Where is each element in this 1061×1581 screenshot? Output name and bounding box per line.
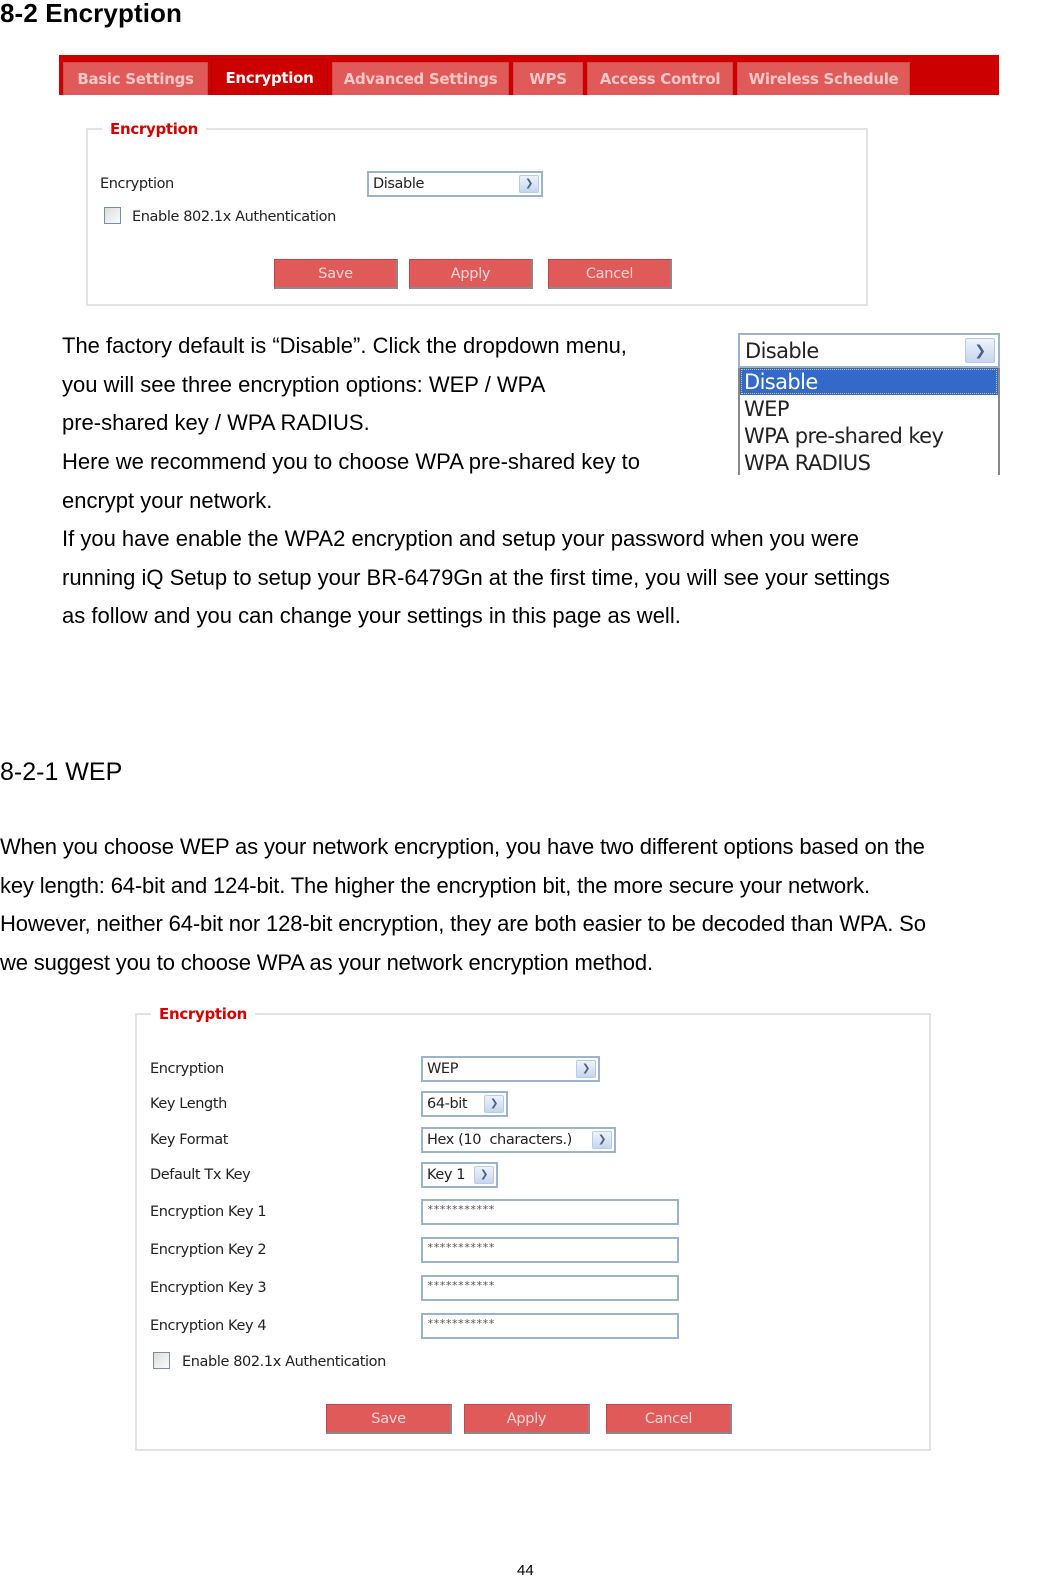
tab-wps[interactable]: WPS [513, 62, 583, 95]
chevron-down-icon[interactable]: ❯ [592, 1131, 612, 1149]
key-length-value: 64-bit [427, 1096, 468, 1112]
paragraph-line: running iQ Setup to setup your BR-6479Gn… [62, 564, 890, 590]
paragraph-line: you will see three encryption options: W… [62, 371, 546, 397]
default-tx-key-value: Key 1 [427, 1167, 466, 1183]
encryption-key-1-input[interactable]: *********** [421, 1199, 679, 1225]
encryption-select[interactable]: Disable ❯ [367, 171, 543, 197]
encryption-key-1-label: Encryption Key 1 [150, 1204, 267, 1220]
auth-checkbox[interactable] [104, 207, 121, 224]
auth-checkbox[interactable] [153, 1352, 170, 1369]
encryption-select[interactable]: WEP ❯ [421, 1056, 600, 1082]
page-number: 44 [517, 1562, 534, 1579]
encryption-key-4-label: Encryption Key 4 [150, 1318, 267, 1334]
panel-legend: Encryption [159, 1005, 248, 1023]
paragraph-line: However, neither 64-bit nor 128-bit encr… [0, 911, 926, 937]
chevron-down-icon[interactable]: ❯ [576, 1060, 596, 1078]
tab-encryption[interactable]: Encryption [211, 59, 328, 95]
paragraph-line: key length: 64-bit and 124-bit. The high… [0, 872, 870, 898]
encryption-dropdown-example: Disable ❯ Disable WEP WPA pre-shared key… [738, 333, 1000, 475]
paragraph-line: If you have enable the WPA2 encryption a… [62, 526, 859, 551]
encryption-key-3-input[interactable]: *********** [421, 1275, 679, 1301]
default-tx-key-label: Default Tx Key [150, 1167, 251, 1183]
key-length-label: Key Length [150, 1096, 227, 1112]
key-format-label: Key Format [150, 1132, 228, 1148]
cancel-button[interactable]: Cancel [548, 259, 672, 289]
dropdown-option-wpa-psk[interactable]: WPA pre-shared key [740, 422, 998, 449]
encryption-select-value: Disable [373, 176, 424, 192]
tab-basic-settings[interactable]: Basic Settings [63, 62, 208, 95]
save-button[interactable]: Save [326, 1404, 452, 1434]
paragraph-line: encrypt your network. [62, 487, 273, 513]
encryption-key-2-input[interactable]: *********** [421, 1237, 679, 1263]
dropdown-selected-value: Disable [745, 338, 819, 363]
auth-checkbox-label: Enable 802.1x Authentication [182, 1354, 386, 1370]
dropdown-option-wpa-radius[interactable]: WPA RADIUS [740, 449, 998, 476]
dropdown-option-disable[interactable]: Disable [740, 368, 998, 395]
dropdown-options-list: Disable WEP WPA pre-shared key WPA RADIU… [738, 368, 1000, 475]
encryption-key-2-label: Encryption Key 2 [150, 1242, 267, 1258]
chevron-down-icon[interactable]: ❯ [519, 175, 539, 193]
key-format-value: Hex (10 characters.) [427, 1132, 572, 1148]
panel-legend: Encryption [110, 120, 199, 138]
encryption-key-4-input[interactable]: *********** [421, 1313, 679, 1339]
tab-bar: Basic Settings Encryption Advanced Setti… [59, 55, 999, 95]
cancel-button[interactable]: Cancel [606, 1404, 732, 1434]
dropdown-option-wep[interactable]: WEP [740, 395, 998, 422]
wpa2-paragraph: If you have enable the WPA2 encryption a… [62, 520, 890, 636]
save-button[interactable]: Save [274, 259, 398, 289]
paragraph-line: pre-shared key / WPA RADIUS. [62, 410, 370, 436]
encryption-key-3-label: Encryption Key 3 [150, 1280, 267, 1296]
key-format-select[interactable]: Hex (10 characters.) ❯ [421, 1127, 616, 1153]
subsection-heading: 8-2-1 WEP [0, 758, 123, 786]
tab-access-control[interactable]: Access Control [587, 62, 733, 95]
intro-paragraph: The factory default is “Disable”. Click … [62, 327, 640, 521]
wep-paragraph: When you choose WEP as your network encr… [0, 828, 926, 983]
paragraph-line: we suggest you to choose WPA as your net… [0, 950, 653, 976]
tab-wireless-schedule[interactable]: Wireless Schedule [737, 62, 910, 95]
apply-button[interactable]: Apply [464, 1404, 590, 1434]
encryption-select-value: WEP [427, 1061, 459, 1077]
chevron-down-icon[interactable]: ❯ [474, 1166, 494, 1184]
section-heading: 8-2 Encryption [0, 0, 182, 28]
default-tx-key-select[interactable]: Key 1 ❯ [421, 1162, 498, 1188]
paragraph-line: The factory default is “Disable”. Click … [62, 333, 627, 358]
key-length-select[interactable]: 64-bit ❯ [421, 1091, 508, 1117]
apply-button[interactable]: Apply [409, 259, 533, 289]
auth-checkbox-label: Enable 802.1x Authentication [132, 209, 336, 225]
chevron-down-icon[interactable]: ❯ [965, 338, 995, 363]
chevron-down-icon[interactable]: ❯ [484, 1095, 504, 1113]
dropdown-select[interactable]: Disable ❯ [738, 333, 1000, 368]
encryption-label: Encryption [100, 176, 174, 192]
paragraph-line: Here we recommend you to choose WPA pre-… [62, 449, 640, 475]
tab-advanced-settings[interactable]: Advanced Settings [332, 62, 509, 95]
paragraph-line: as follow and you can change your settin… [62, 603, 681, 629]
paragraph-line: When you choose WEP as your network encr… [0, 834, 925, 859]
encryption-label: Encryption [150, 1061, 224, 1077]
